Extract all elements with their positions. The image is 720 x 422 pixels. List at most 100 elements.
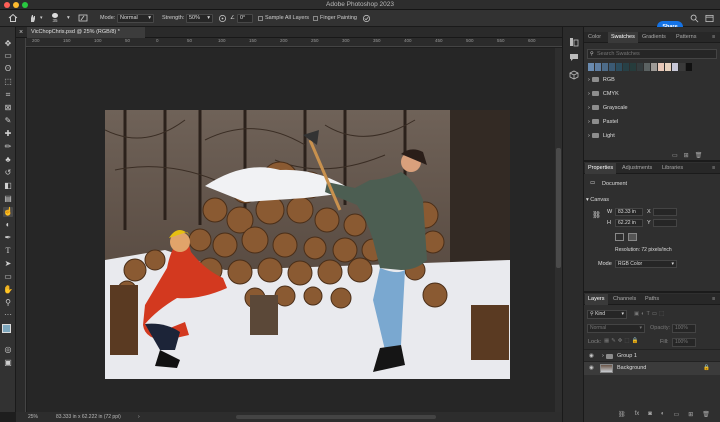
document-canvas-image[interactable] bbox=[105, 110, 510, 379]
color-swatch[interactable] bbox=[609, 63, 615, 71]
workspace-icon[interactable] bbox=[705, 13, 714, 23]
layer-row-group[interactable]: ◉ › Group 1 bbox=[584, 349, 720, 362]
panel-menu-icon[interactable]: ≡ bbox=[712, 163, 715, 174]
color-swatch[interactable] bbox=[623, 63, 629, 71]
screen-mode-icon[interactable]: ▣ bbox=[3, 358, 13, 368]
adjustment-layer-icon[interactable]: ◐ bbox=[661, 411, 665, 418]
strength-input[interactable]: 50% ▾ bbox=[186, 14, 213, 23]
color-swatch[interactable] bbox=[637, 63, 643, 71]
color-swatch[interactable] bbox=[665, 63, 671, 71]
crop-tool-icon[interactable]: ⌗ bbox=[3, 90, 13, 100]
eraser-tool-icon[interactable]: ◧ bbox=[3, 181, 13, 191]
foreground-color-swatch[interactable] bbox=[2, 324, 11, 333]
new-layer-icon[interactable]: ⊞ bbox=[688, 411, 693, 418]
width-input[interactable]: 83.33 in bbox=[615, 208, 643, 216]
add-mask-icon[interactable]: ◙ bbox=[648, 411, 652, 418]
vertical-scrollbar[interactable] bbox=[555, 48, 562, 412]
angle-input[interactable]: 0° bbox=[237, 14, 253, 23]
visibility-eye-icon[interactable]: ◉ bbox=[589, 353, 594, 359]
swatch-group-pastel[interactable]: › Pastel bbox=[588, 116, 716, 128]
smudge-tool-preset-picker[interactable]: ▾ bbox=[28, 13, 43, 23]
tab-adjustments[interactable]: Adjustments bbox=[622, 163, 652, 174]
tab-layers[interactable]: Layers bbox=[585, 294, 608, 305]
fill-input[interactable]: 100% bbox=[672, 338, 696, 347]
new-swatch-icon[interactable]: ⊞ bbox=[684, 152, 689, 159]
delete-layer-icon[interactable]: 🗑 bbox=[702, 411, 710, 418]
pen-tool-icon[interactable]: ✒ bbox=[3, 233, 13, 243]
chevron-down-icon[interactable]: ▾ bbox=[67, 13, 70, 23]
close-tab-icon[interactable]: × bbox=[19, 27, 23, 38]
visibility-eye-icon[interactable]: ◉ bbox=[589, 365, 594, 371]
lock-icons[interactable]: ▦✎✥⬚🔒 bbox=[604, 338, 640, 344]
clone-stamp-tool-icon[interactable]: ♣ bbox=[3, 155, 13, 165]
3d-panel-icon[interactable] bbox=[569, 70, 579, 80]
layer-row-background[interactable]: ◉ Background 🔒 bbox=[584, 362, 720, 375]
color-swatch[interactable] bbox=[588, 63, 594, 71]
blend-mode-select[interactable]: Normal ▾ bbox=[587, 324, 645, 333]
history-brush-tool-icon[interactable]: ↺ bbox=[3, 168, 13, 178]
link-layers-icon[interactable]: ⛓ bbox=[618, 411, 626, 418]
color-swatch[interactable] bbox=[679, 63, 685, 71]
portrait-orientation-icon[interactable] bbox=[615, 233, 624, 241]
color-swatch[interactable] bbox=[616, 63, 622, 71]
tab-swatches[interactable]: Swatches bbox=[608, 32, 638, 43]
link-dimensions-icon[interactable]: ⛓ bbox=[592, 211, 601, 219]
x-input[interactable] bbox=[653, 208, 677, 216]
tab-gradients[interactable]: Gradients bbox=[642, 32, 666, 43]
swatches-search-input[interactable] bbox=[597, 50, 715, 58]
brush-tool-icon[interactable]: ✏ bbox=[3, 142, 13, 152]
tab-patterns[interactable]: Patterns bbox=[676, 32, 696, 43]
eyedropper-tool-icon[interactable]: ✎ bbox=[3, 116, 13, 126]
hand-tool-icon[interactable]: ✋ bbox=[3, 285, 13, 295]
delete-icon[interactable]: 🗑 bbox=[695, 152, 703, 159]
zoom-level[interactable]: 25% bbox=[28, 412, 38, 422]
canvas-section-toggle[interactable]: ▾ Canvas bbox=[586, 197, 609, 203]
color-swatch[interactable] bbox=[602, 63, 608, 71]
brush-size-picker[interactable]: 35 bbox=[52, 13, 58, 23]
dodge-tool-icon[interactable]: ◐ bbox=[3, 220, 13, 230]
tab-libraries[interactable]: Libraries bbox=[662, 163, 683, 174]
mode-select[interactable]: Normal ▾ bbox=[117, 14, 154, 23]
gradient-tool-icon[interactable]: ▤ bbox=[3, 194, 13, 204]
home-icon[interactable] bbox=[8, 13, 18, 23]
tab-paths[interactable]: Paths bbox=[645, 294, 659, 305]
landscape-orientation-icon[interactable] bbox=[628, 233, 637, 241]
tab-color[interactable]: Color bbox=[588, 32, 601, 43]
type-tool-icon[interactable]: T bbox=[3, 246, 13, 256]
sample-all-layers-checkbox[interactable]: Sample All Layers bbox=[258, 13, 309, 23]
brush-settings-icon[interactable] bbox=[78, 13, 88, 23]
rectangle-tool-icon[interactable]: ▭ bbox=[3, 272, 13, 282]
layer-filter-icons[interactable]: ▣◐T▭⬚ bbox=[634, 311, 666, 317]
chevron-right-icon[interactable]: › bbox=[138, 412, 140, 422]
quick-mask-icon[interactable]: ◎ bbox=[3, 345, 13, 355]
tab-channels[interactable]: Channels bbox=[613, 294, 636, 305]
object-selection-tool-icon[interactable]: ⬚ bbox=[3, 77, 13, 87]
history-panel-icon[interactable] bbox=[569, 37, 579, 47]
swatch-group-cmyk[interactable]: › CMYK bbox=[588, 88, 716, 100]
healing-brush-tool-icon[interactable]: ✚ bbox=[3, 129, 13, 139]
color-mode-select[interactable]: RGB Color ▾ bbox=[615, 260, 677, 268]
horizontal-scrollbar[interactable] bbox=[236, 415, 436, 419]
lasso-tool-icon[interactable]: ʘ bbox=[3, 64, 13, 74]
color-swatch[interactable] bbox=[686, 63, 692, 71]
swatches-search-field[interactable]: ⚲ bbox=[587, 49, 717, 59]
search-icon[interactable] bbox=[690, 13, 699, 23]
scrollbar-thumb[interactable] bbox=[556, 148, 561, 268]
pressure-strength-icon[interactable] bbox=[218, 13, 227, 23]
artboard-tool-icon[interactable]: ▭ bbox=[3, 51, 13, 61]
height-input[interactable]: 62.22 in bbox=[615, 219, 643, 227]
smudge-tool-icon[interactable]: ☝ bbox=[3, 207, 13, 217]
frame-tool-icon[interactable]: ⊠ bbox=[3, 103, 13, 113]
document-size-status[interactable]: 83.333 in x 62.222 in (72 ppi) bbox=[56, 412, 121, 422]
color-swatch[interactable] bbox=[658, 63, 664, 71]
color-swatch[interactable] bbox=[630, 63, 636, 71]
document-tab[interactable]: VicChopChris.psd @ 25% (RGB/8) * bbox=[27, 27, 145, 38]
more-tools-icon[interactable]: ··· bbox=[3, 310, 13, 320]
opacity-input[interactable]: 100% bbox=[672, 324, 696, 333]
color-swatch[interactable] bbox=[651, 63, 657, 71]
color-swatch[interactable] bbox=[644, 63, 650, 71]
color-swatch[interactable] bbox=[672, 63, 678, 71]
new-group-icon[interactable]: ▭ bbox=[672, 152, 678, 159]
pressure-icon[interactable] bbox=[362, 13, 371, 23]
panel-menu-icon[interactable]: ≡ bbox=[712, 32, 715, 43]
